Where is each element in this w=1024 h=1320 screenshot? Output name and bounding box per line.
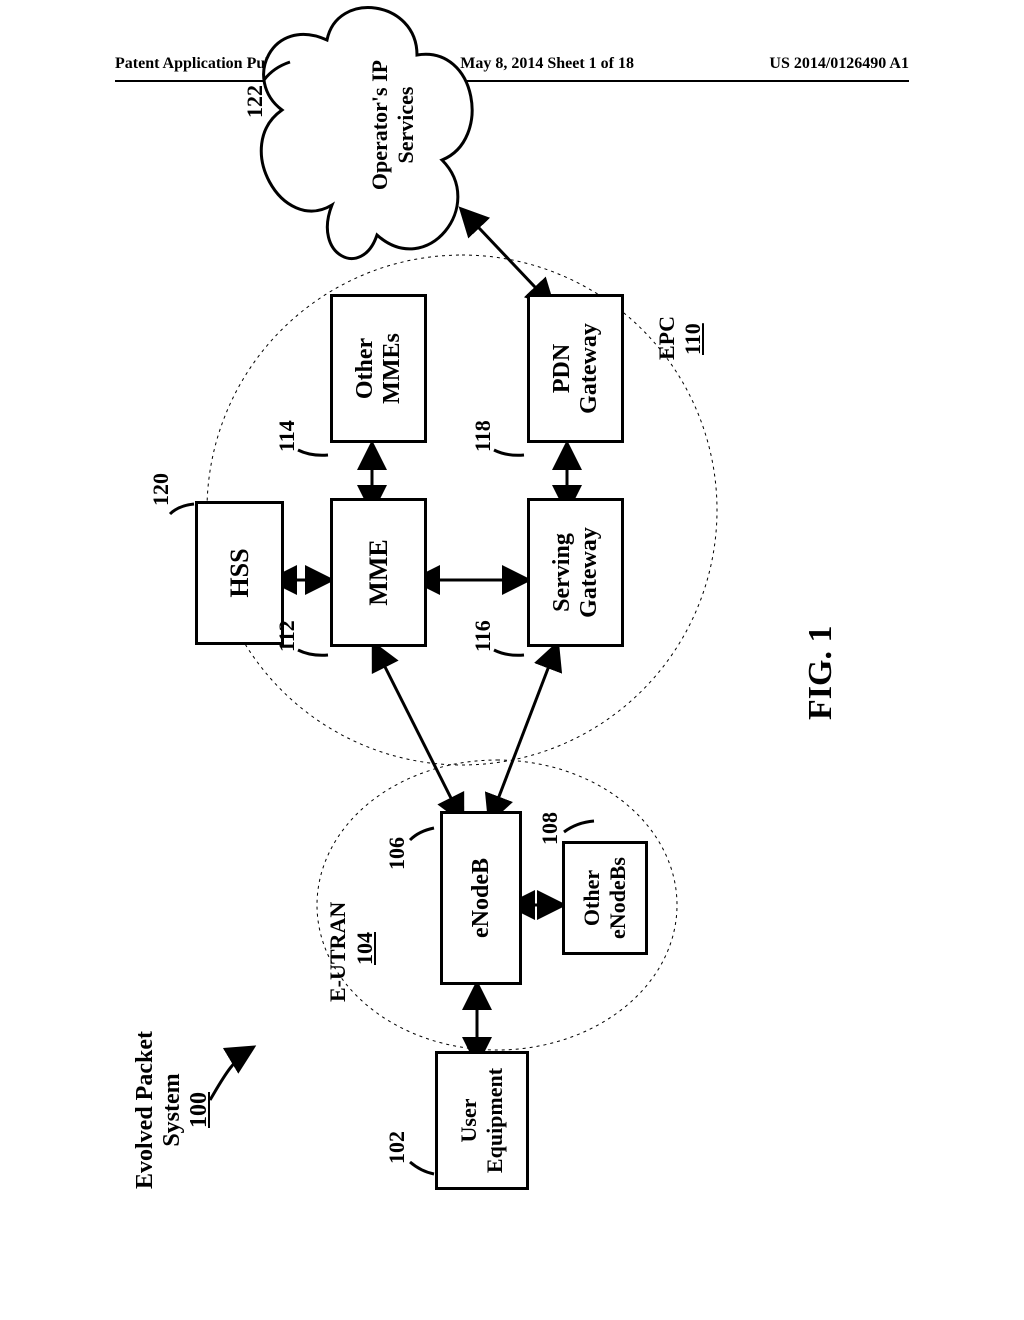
- node-ue: User Equipment: [435, 1051, 529, 1190]
- epc-name: EPC: [654, 316, 679, 360]
- ref-118: 118: [470, 420, 496, 452]
- arrow-enb-sgw: [490, 645, 557, 820]
- title-t2: System: [159, 1073, 185, 1146]
- sgw-l1: Serving: [549, 533, 576, 612]
- arrow-enb-mme: [374, 645, 462, 820]
- ue-l1: User: [456, 1099, 482, 1143]
- node-oenb: Other eNodeBs: [562, 841, 648, 955]
- cloud-l2: Services: [393, 87, 418, 164]
- ref-122: 122: [242, 85, 268, 118]
- epc-label: EPC: [654, 316, 680, 360]
- node-omme: Other MMEs: [330, 294, 427, 443]
- node-enb: eNodeB: [440, 811, 522, 985]
- cloud-l1: Operator's IP: [367, 60, 392, 190]
- omme-l2: MMEs: [379, 333, 406, 404]
- header-right: US 2014/0126490 A1: [769, 55, 909, 73]
- header-mid: May 8, 2014 Sheet 1 of 18: [460, 55, 634, 73]
- enb-l1: eNodeB: [468, 858, 495, 938]
- title-t3: 100: [186, 1092, 212, 1128]
- title-t1: Evolved Packet: [132, 1031, 158, 1189]
- sgw-l2: Gateway: [576, 527, 603, 618]
- ref-114-leader: [298, 450, 328, 455]
- pgw-l2: Gateway: [576, 323, 603, 414]
- mme-l1: MME: [364, 539, 394, 605]
- arrow-pgw-cloud: [462, 210, 552, 305]
- omme-l1: Other: [352, 338, 379, 399]
- ref-112-leader: [298, 650, 328, 655]
- ref-102-leader: [410, 1162, 434, 1174]
- eutran-name: E-UTRAN: [325, 902, 350, 1002]
- ref-106-leader: [410, 828, 434, 840]
- title-swoosh: [210, 1048, 252, 1100]
- ref-112: 112: [274, 620, 300, 652]
- ue-l2: Equipment: [482, 1068, 508, 1173]
- ref-106: 106: [384, 837, 410, 870]
- ref-108: 108: [537, 812, 563, 845]
- node-hss: HSS: [195, 501, 284, 645]
- cloud-text: Operator's IP Services: [367, 50, 419, 200]
- page-header: Patent Application Publication May 8, 20…: [0, 55, 1024, 73]
- ref-120: 120: [148, 473, 174, 506]
- node-mme: MME: [330, 498, 427, 647]
- header-rule: [115, 80, 909, 82]
- oenb-l1: Other: [579, 870, 605, 926]
- ref-118-leader: [494, 450, 524, 455]
- hss-l1: HSS: [225, 548, 255, 597]
- eutran-num: 104: [352, 932, 378, 965]
- ref-114: 114: [274, 420, 300, 452]
- ref-102: 102: [384, 1131, 410, 1164]
- wiring-svg: [132, 110, 892, 1210]
- pgw-l1: PDN: [549, 344, 576, 393]
- fig-label: FIG. 1: [802, 626, 840, 720]
- node-pgw: PDN Gateway: [527, 294, 624, 443]
- diagram-stage: User Equipment eNodeB Other eNodeBs HSS …: [132, 110, 892, 1210]
- epc-num: 110: [680, 323, 706, 355]
- title-block: Evolved Packet System 100: [132, 1020, 213, 1200]
- oenb-l2: eNodeBs: [605, 857, 631, 939]
- node-sgw: Serving Gateway: [527, 498, 624, 647]
- ref-108-leader: [564, 821, 594, 832]
- ref-116-leader: [494, 650, 524, 655]
- eutran-label: E-UTRAN: [325, 902, 351, 1002]
- ref-116: 116: [470, 620, 496, 652]
